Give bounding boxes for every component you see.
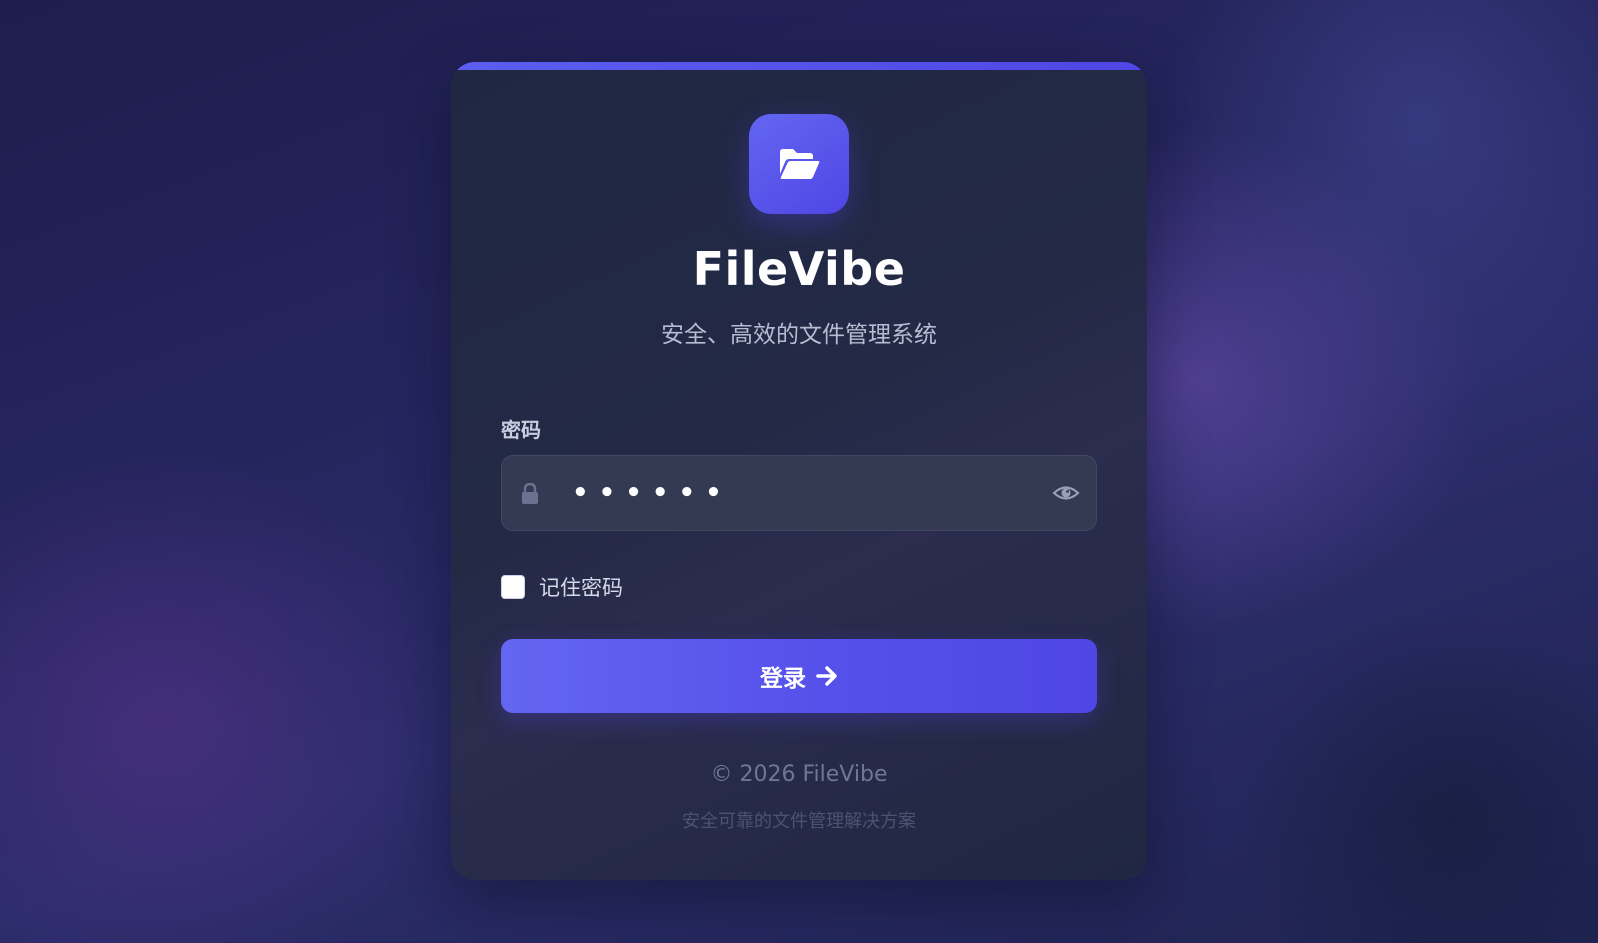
lock-icon [522,483,538,504]
password-label: 密码 [501,418,541,442]
arrow-right-icon [816,666,837,686]
password-value: •••••• [572,478,732,508]
app-logo [749,114,849,214]
login-card: FileVibe 安全、高效的文件管理系统 密码 •••••• 记住密码 登录 … [451,62,1147,880]
footer-tagline: 安全可靠的文件管理解决方案 [682,811,916,832]
remember-password-row: 记住密码 [501,572,623,602]
app-title: FileVibe [692,242,906,296]
remember-password-checkbox[interactable] [501,575,525,599]
folder-open-icon [780,149,820,179]
footer-copyright: © 2026 FileVibe [710,762,888,787]
card-accent-bar [451,62,1147,70]
password-input[interactable]: •••••• [501,455,1097,531]
eye-icon[interactable] [1052,481,1080,505]
remember-password-label[interactable]: 记住密码 [539,572,623,602]
login-button-label: 登录 [760,665,806,691]
login-button[interactable]: 登录 [501,639,1097,713]
app-subtitle: 安全、高效的文件管理系统 [661,322,937,348]
